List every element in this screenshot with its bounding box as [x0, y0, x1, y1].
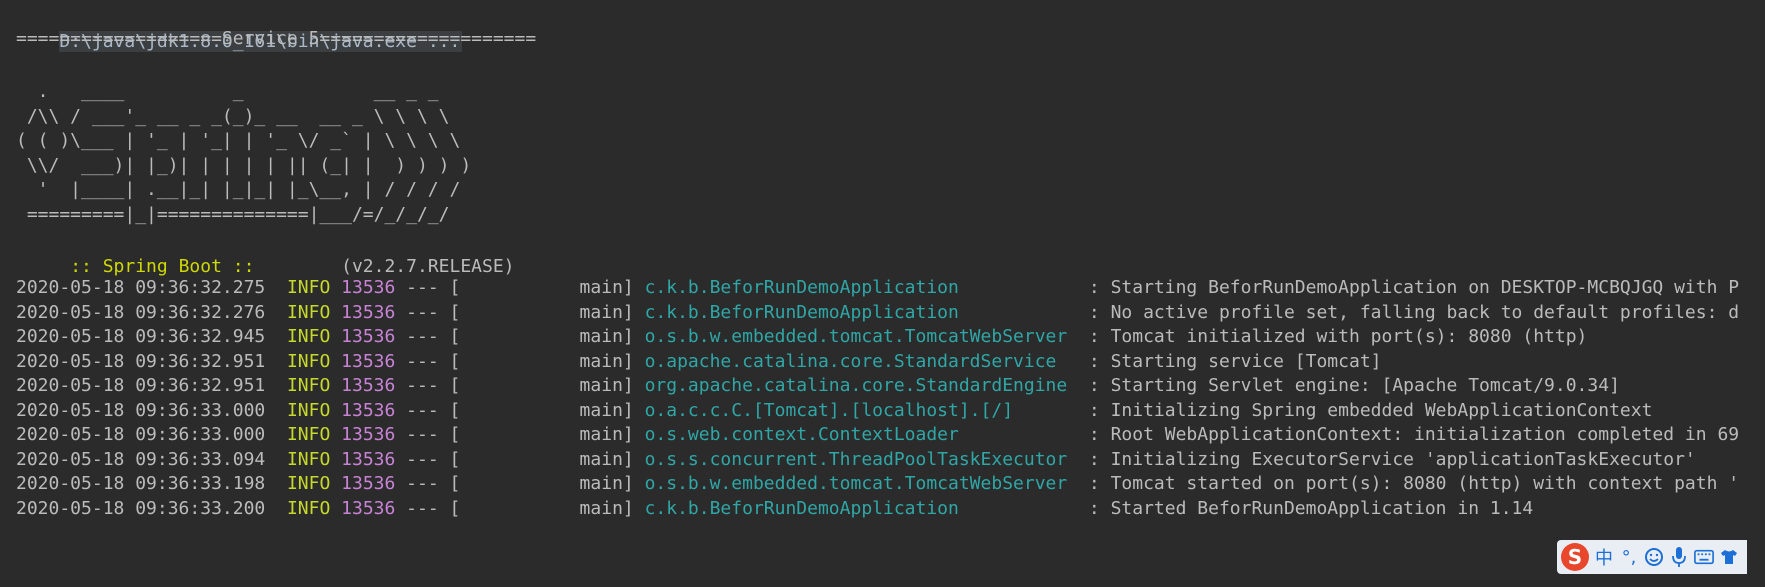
log-logger: o.s.b.w.embedded.tomcat.TomcatWebServer — [644, 326, 1079, 347]
log-timestamp: 2020-05-18 09:36:33.000 — [16, 424, 266, 445]
log-level: INFO — [286, 301, 331, 323]
log-message: : Root WebApplicationContext: initializa… — [1078, 424, 1740, 445]
log-logger: org.apache.catalina.core.StandardEngine — [644, 375, 1079, 396]
log-line: 2020-05-18 09:36:32.951 INFO 13536 --- [… — [16, 372, 1620, 400]
log-line: 2020-05-18 09:36:32.945 INFO 13536 --- [… — [16, 323, 1587, 351]
log-level: INFO — [286, 473, 331, 494]
keyboard-icon[interactable] — [1694, 545, 1714, 569]
log-message: : Initializing Spring embedded WebApplic… — [1078, 399, 1653, 421]
log-logger: c.k.b.BeforRunDemoApplication — [644, 301, 1079, 323]
log-thread: --- [ main] — [395, 375, 645, 396]
log-level: INFO — [286, 399, 331, 421]
microphone-icon[interactable] — [1669, 545, 1689, 569]
command-line: D:\java\jdk1.8.0_161\bin\java.exe ... — [16, 0, 463, 52]
log-thread: --- [ main] — [395, 301, 645, 323]
log-pid: 13536 — [341, 473, 396, 494]
service-header: ===================Service 5============… — [16, 28, 537, 49]
log-timestamp: 2020-05-18 09:36:32.275 — [16, 277, 266, 298]
log-logger: c.k.b.BeforRunDemoApplication — [644, 497, 1079, 519]
log-message: : No active profile set, falling back to… — [1078, 301, 1740, 323]
ime-toolbar[interactable]: S 中 °, — [1557, 540, 1747, 574]
log-level: INFO — [286, 497, 331, 519]
log-line: 2020-05-18 09:36:32.276 INFO 13536 --- [… — [16, 299, 1739, 327]
punctuation-toggle[interactable]: °, — [1619, 545, 1639, 569]
log-logger: o.s.s.concurrent.ThreadPoolTaskExecutor — [644, 448, 1079, 470]
log-message: : Initializing ExecutorService 'applicat… — [1078, 448, 1696, 470]
log-timestamp: 2020-05-18 09:36:32.945 — [16, 326, 266, 347]
sogou-logo-icon[interactable]: S — [1561, 543, 1589, 571]
log-level: INFO — [286, 277, 331, 298]
console-output[interactable]: D:\java\jdk1.8.0_161\bin\java.exe ... ==… — [0, 0, 1765, 587]
log-pid: 13536 — [341, 375, 396, 396]
log-message: : Starting BeforRunDemoApplication on DE… — [1078, 277, 1740, 298]
banner-line: . ____ _ __ _ _ — [16, 81, 439, 102]
log-level: INFO — [286, 375, 331, 396]
log-line: 2020-05-18 09:36:33.000 INFO 13536 --- [… — [16, 421, 1739, 449]
log-logger: o.s.web.context.ContextLoader — [644, 424, 1079, 445]
log-thread: --- [ main] — [395, 399, 645, 421]
log-logger: o.a.c.c.C.[Tomcat].[localhost].[/] — [644, 399, 1079, 421]
log-thread: --- [ main] — [395, 326, 645, 347]
log-logger: o.apache.catalina.core.StandardService — [644, 350, 1079, 372]
spring-boot-version-line: :: Spring Boot :: (v2.2.7.RELEASE) — [16, 225, 514, 277]
banner-line: =========|_|==============|___/=/_/_/_/ — [16, 203, 450, 225]
log-pid: 13536 — [341, 350, 396, 372]
log-level: INFO — [286, 424, 331, 445]
log-timestamp: 2020-05-18 09:36:32.951 — [16, 375, 266, 396]
language-toggle[interactable]: 中 — [1594, 545, 1614, 569]
banner-line: ' |____| .__|_| |_|_| |_\__, | / / / / — [16, 179, 461, 200]
log-line: 2020-05-18 09:36:32.951 INFO 13536 --- [… — [16, 348, 1382, 376]
log-thread: --- [ main] — [395, 277, 645, 298]
log-level: INFO — [286, 350, 331, 372]
log-timestamp: 2020-05-18 09:36:33.198 — [16, 473, 266, 494]
log-message: : Started BeforRunDemoApplication in 1.1… — [1078, 497, 1534, 519]
emoji-icon[interactable] — [1644, 545, 1664, 569]
log-line: 2020-05-18 09:36:32.275 INFO 13536 --- [… — [16, 274, 1739, 302]
log-pid: 13536 — [341, 399, 396, 421]
log-message: : Tomcat initialized with port(s): 8080 … — [1078, 326, 1588, 347]
log-line: 2020-05-18 09:36:33.000 INFO 13536 --- [… — [16, 397, 1652, 425]
log-message: : Tomcat started on port(s): 8080 (http)… — [1078, 473, 1740, 494]
log-pid: 13536 — [341, 497, 396, 519]
banner-line: /\\ / ___'_ __ _ _(_)_ __ __ _ \ \ \ \ — [16, 105, 450, 127]
log-thread: --- [ main] — [395, 448, 645, 470]
log-pid: 13536 — [341, 277, 396, 298]
log-timestamp: 2020-05-18 09:36:32.276 — [16, 301, 266, 323]
log-thread: --- [ main] — [395, 473, 645, 494]
log-message: : Starting service [Tomcat] — [1078, 350, 1382, 372]
log-level: INFO — [286, 326, 331, 347]
log-pid: 13536 — [341, 301, 396, 323]
log-thread: --- [ main] — [395, 497, 645, 519]
log-timestamp: 2020-05-18 09:36:32.951 — [16, 350, 266, 372]
log-timestamp: 2020-05-18 09:36:33.094 — [16, 448, 266, 470]
shirt-icon[interactable] — [1719, 545, 1739, 569]
log-logger: c.k.b.BeforRunDemoApplication — [644, 277, 1079, 298]
log-message: : Starting Servlet engine: [Apache Tomca… — [1078, 375, 1620, 396]
log-line: 2020-05-18 09:36:33.094 INFO 13536 --- [… — [16, 446, 1696, 474]
log-timestamp: 2020-05-18 09:36:33.000 — [16, 399, 266, 421]
log-thread: --- [ main] — [395, 350, 645, 372]
log-logger: o.s.b.w.embedded.tomcat.TomcatWebServer — [644, 473, 1079, 494]
log-level: INFO — [286, 448, 331, 470]
log-line: 2020-05-18 09:36:33.200 INFO 13536 --- [… — [16, 495, 1533, 523]
log-thread: --- [ main] — [395, 424, 645, 445]
log-line: 2020-05-18 09:36:33.198 INFO 13536 --- [… — [16, 470, 1739, 498]
log-pid: 13536 — [341, 424, 396, 445]
banner-line: ( ( )\___ | '_ | '_| | '_ \/ _` | \ \ \ … — [16, 130, 461, 151]
banner-line: \\/ ___)| |_)| | | | | || (_| | ) ) ) ) — [16, 154, 472, 176]
log-pid: 13536 — [341, 326, 396, 347]
log-timestamp: 2020-05-18 09:36:33.200 — [16, 497, 266, 519]
log-pid: 13536 — [341, 448, 396, 470]
